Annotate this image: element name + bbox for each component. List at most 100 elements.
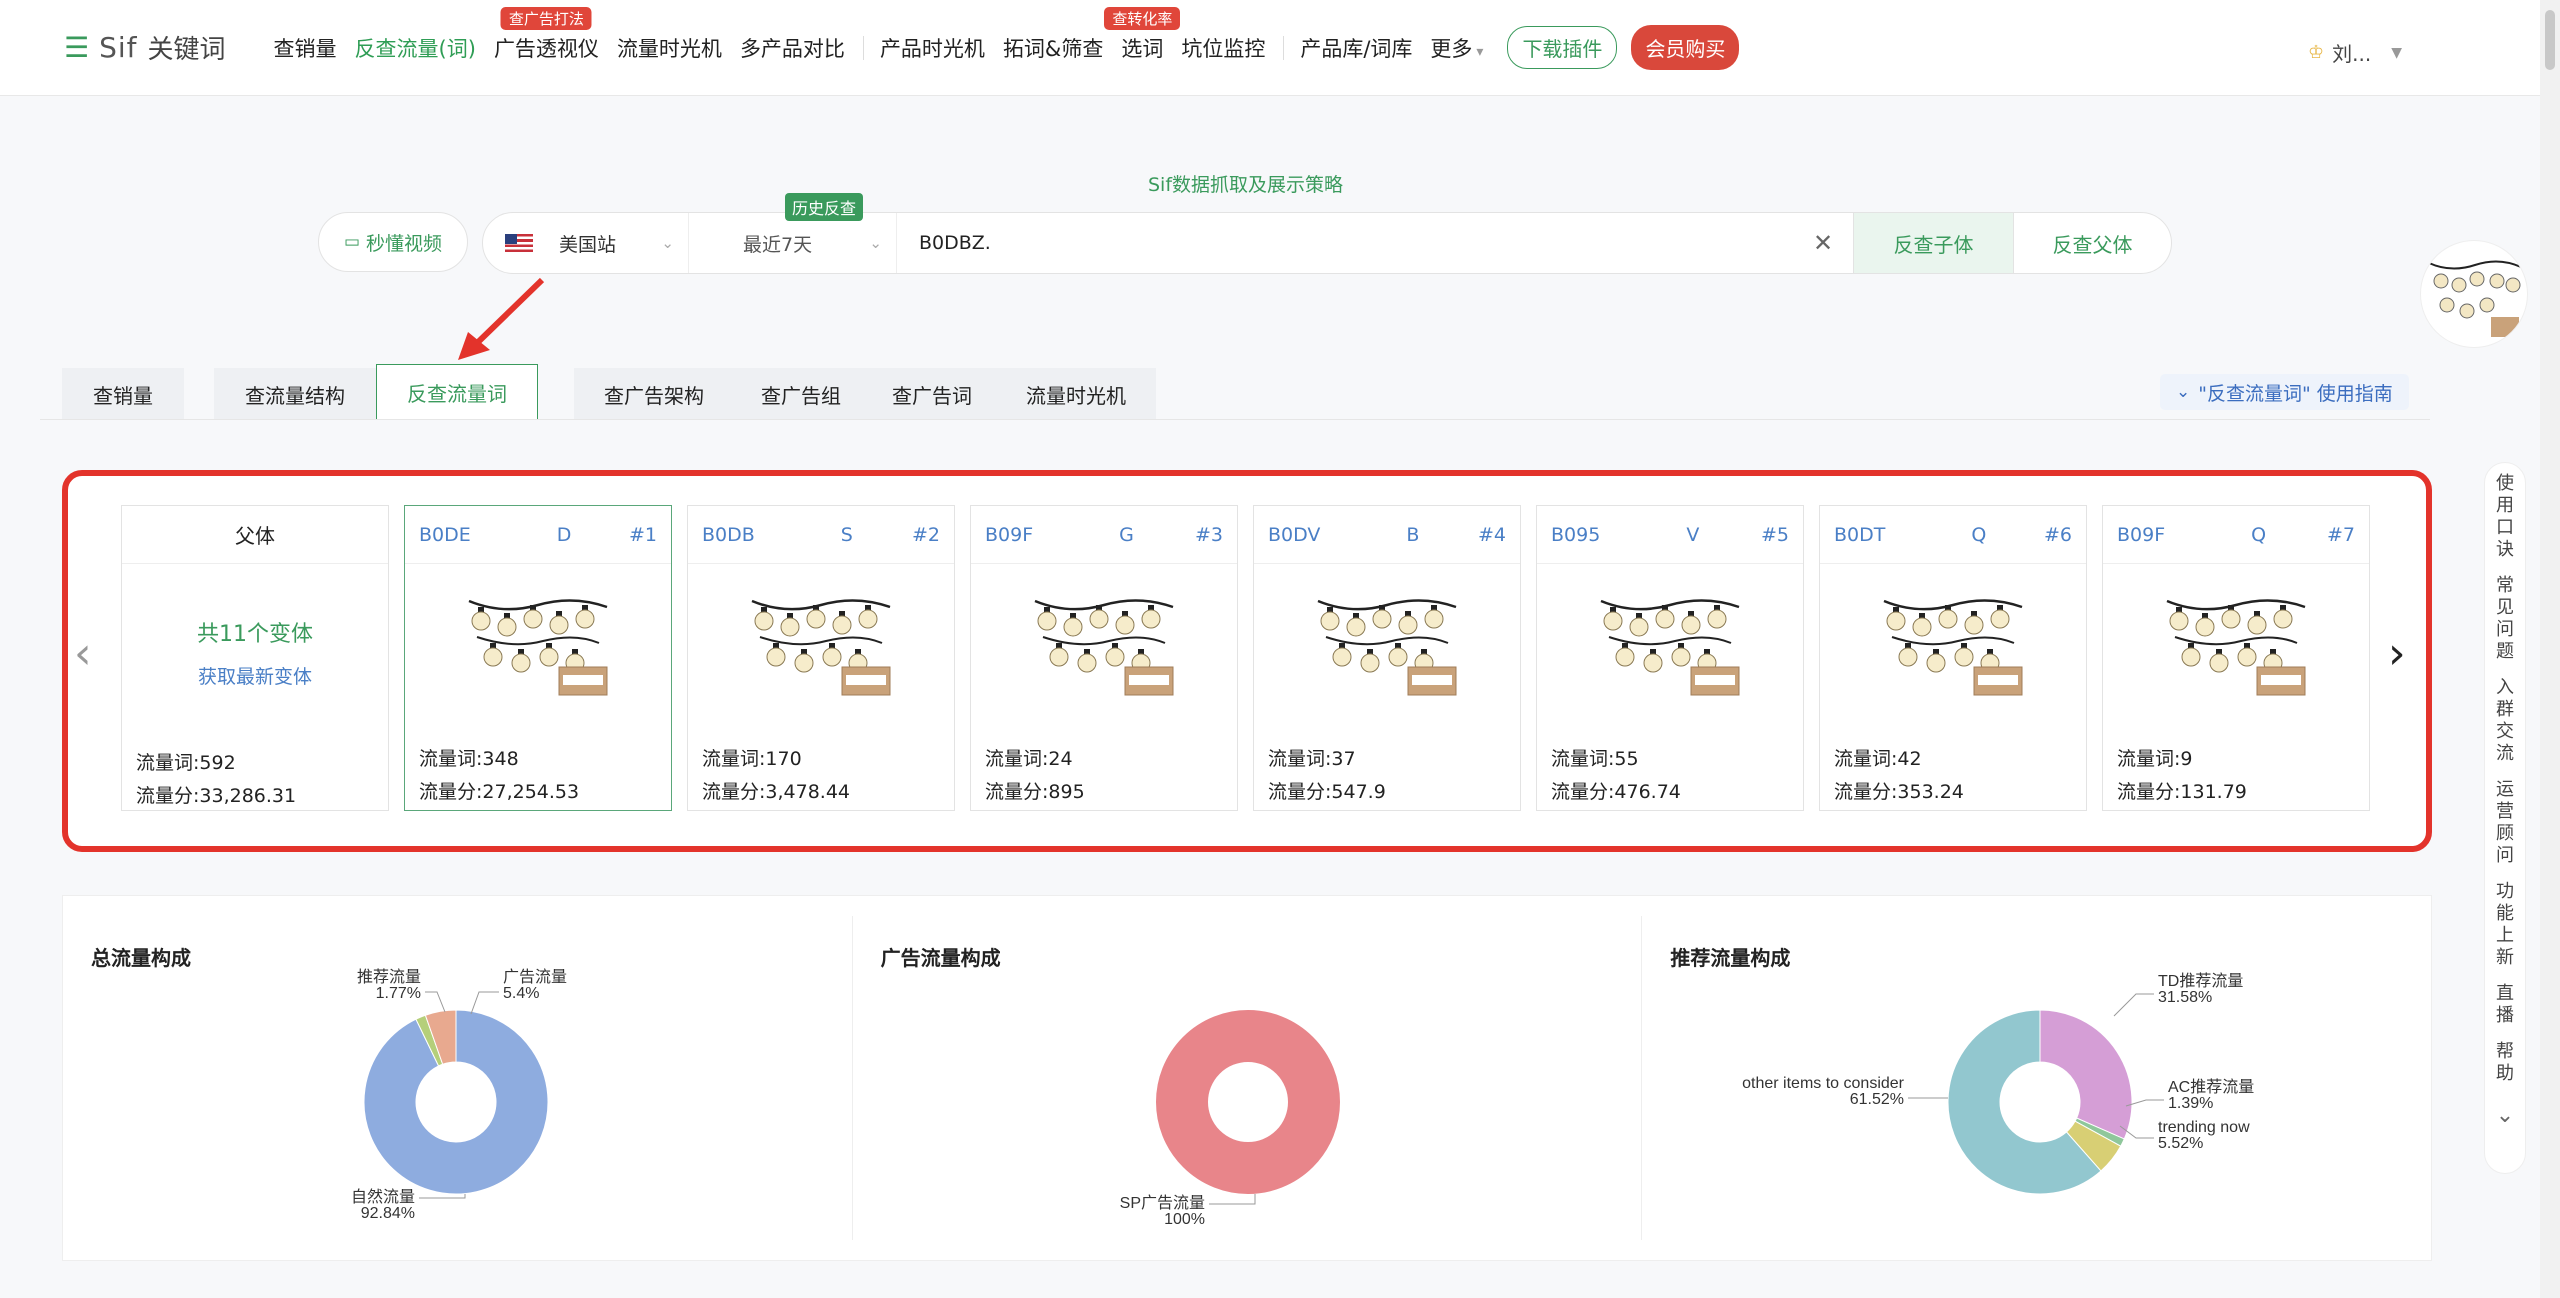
total-traffic-pie: 推荐流量1.77% 广告流量5.4% 自然流量92.84% xyxy=(351,968,567,1222)
traffic-composition-panel: 总流量构成 推荐流量 1.77% 广告流量 5.4% 自然流量 92.84% 广告流量构成… xyxy=(62,895,2432,1261)
download-plugin-button[interactable]: 下载插件 xyxy=(1507,26,1618,69)
video-button-label: 秒懂视频 xyxy=(366,232,443,255)
video-button[interactable]: ▭ 秒懂视频 xyxy=(318,212,468,272)
asin-search-input[interactable]: B0DBZ. xyxy=(897,213,1793,273)
tab-sales[interactable]: 查销量 xyxy=(62,368,184,420)
variant-asin-suffix: V xyxy=(1686,523,1700,546)
variant-card[interactable]: B0DV B #4 流量词:37 流量分:547.9 xyxy=(1253,505,1521,811)
pie-label-value: 61.52% xyxy=(1850,1091,1904,1108)
product-thumbnail[interactable] xyxy=(2420,240,2528,348)
variant-product-image[interactable] xyxy=(1254,564,1520,714)
nav-item-6[interactable]: 拓词&筛查 xyxy=(1003,33,1103,63)
variant-asin[interactable]: B0DB S xyxy=(702,524,912,546)
user-menu[interactable]: ♔ 刘... ▼ xyxy=(2308,38,2402,67)
rail-item-2[interactable]: 入群交流 xyxy=(2495,677,2515,765)
pie-slice[interactable] xyxy=(2039,1009,2133,1140)
video-camera-icon: ▭ xyxy=(343,232,361,252)
variant-card[interactable]: B0DT Q #6 流量词:42 流量分:353.24 xyxy=(1819,505,2087,811)
tab-ad-groups[interactable]: 查广告组 xyxy=(734,368,868,420)
pie-label-value: 31.58% xyxy=(2158,989,2212,1006)
nav-item-5[interactable]: 产品时光机 xyxy=(880,33,985,63)
nav-item-3[interactable]: 流量时光机 xyxy=(617,33,722,63)
variant-card[interactable]: B0DB S #2 流量词:170 流量分:3,478.44 xyxy=(687,505,955,811)
carousel-next-icon[interactable]: › xyxy=(2388,628,2406,679)
variant-product-image[interactable] xyxy=(688,564,954,714)
menu-icon[interactable]: ☰ xyxy=(64,31,89,64)
history-lookup-badge[interactable]: 历史反查 xyxy=(785,193,864,221)
nav-item-label: 更多 xyxy=(1430,36,1473,61)
variant-card-header: B0DT Q #6 xyxy=(1820,506,2086,564)
nav-items: 查销量 反查流量(词) 广告透视仪 查广告打法 流量时光机 多产品对比 产品时光机 拓词&筛查… xyxy=(274,6,1502,63)
tab-ad-words[interactable]: 查广告词 xyxy=(868,368,996,420)
clear-search-icon[interactable]: ✕ xyxy=(1793,229,1853,257)
chevron-down-icon: ⌄ xyxy=(869,234,882,252)
variant-product-image[interactable] xyxy=(971,564,1237,714)
variant-asin[interactable]: B09F G xyxy=(985,524,1195,546)
variant-traffic-words: 流量词:42 xyxy=(1834,748,1922,770)
nav-item-label: 查销量 xyxy=(273,36,337,61)
double-chevron-down-icon: ⌄ xyxy=(2176,382,2191,402)
parent-variant-card[interactable]: 父体 共11个变体 获取最新变体 流量词:592 流量分:33,286.31 xyxy=(121,505,389,811)
variant-product-image[interactable] xyxy=(2103,564,2369,714)
nav-item-4[interactable]: 多产品对比 xyxy=(740,33,845,63)
variant-card[interactable]: B0DE D #1 流量词:348 流量分:27,254.53 xyxy=(404,505,672,811)
site-select[interactable]: 美国站 ⌄ xyxy=(483,213,689,273)
lookup-parent-button[interactable]: 反查父体 xyxy=(2013,213,2171,273)
nav-item-10[interactable]: 更多 xyxy=(1430,33,1483,63)
carousel-prev-icon[interactable]: ‹ xyxy=(74,628,92,679)
fetch-latest-variants-link[interactable]: 获取最新变体 xyxy=(122,662,388,689)
variant-traffic-words: 流量词:55 xyxy=(1551,748,1639,770)
variant-card[interactable]: B09F Q #7 流量词:9 流量分:131.79 xyxy=(2102,505,2370,811)
nav-item-7[interactable]: 选词 查转化率 xyxy=(1104,6,1181,63)
rail-item-6[interactable]: 帮助 xyxy=(2495,1041,2515,1085)
pie-slice[interactable] xyxy=(1155,1010,1340,1194)
tab-reverse-traffic-words[interactable]: 反查流量词 xyxy=(376,364,538,420)
rail-collapse-icon[interactable]: ⌄ xyxy=(2496,1103,2514,1128)
strategy-link[interactable]: Sif数据抓取及展示策略 xyxy=(1148,170,1343,197)
nav-item-9[interactable]: 产品库/词库 xyxy=(1300,33,1412,63)
rail-item-3[interactable]: 运营顾问 xyxy=(2495,779,2515,867)
variant-asin[interactable]: B09F Q xyxy=(2117,524,2327,546)
rail-item-1[interactable]: 常见问题 xyxy=(2495,575,2515,663)
nav-item-1[interactable]: 反查流量(词) xyxy=(355,33,476,63)
rail-item-0[interactable]: 使用口诀 xyxy=(2495,473,2515,561)
variant-asin[interactable]: B0DE D xyxy=(419,524,629,546)
rec-traffic-pie: TD推荐流量31.58% AC推荐流量1.39% trending now5.52%… xyxy=(1742,972,2255,1195)
tab-traffic-structure[interactable]: 查流量结构 xyxy=(214,368,376,420)
variant-product-image[interactable] xyxy=(1537,564,1803,714)
nav-item-0[interactable]: 查销量 xyxy=(274,33,337,63)
nav-badge: 查广告打法 xyxy=(500,6,592,30)
variant-count: 共11个变体 xyxy=(197,622,313,647)
variant-card-header: B0DV B #4 xyxy=(1254,506,1520,564)
date-range-value: 最近7天 xyxy=(743,233,813,256)
variant-card[interactable]: B09F G #3 流量词:24 流量分:895 xyxy=(970,505,1238,811)
variant-traffic-score: 流量分:476.74 xyxy=(1551,781,1681,803)
variant-traffic-words: 流量词:37 xyxy=(1268,748,1356,770)
page-scrollbar[interactable] xyxy=(2540,0,2560,1298)
variant-rank: #2 xyxy=(911,523,940,546)
vip-buy-button[interactable]: 会员购买 xyxy=(1631,25,1740,70)
tab-ad-structure[interactable]: 查广告架构 xyxy=(574,368,734,420)
date-range-select[interactable]: 历史反查 最近7天 ⌄ xyxy=(689,193,897,273)
variant-asin[interactable]: B0DT Q xyxy=(1834,524,2044,546)
chevron-down-icon: ⌄ xyxy=(661,234,674,252)
chevron-down-icon: ▼ xyxy=(2391,44,2402,61)
nav-item-2[interactable]: 广告透视仪 查广告打法 xyxy=(494,6,599,63)
variant-asin[interactable]: B095 V xyxy=(1551,524,1761,546)
red-arrow-annotation xyxy=(458,277,545,360)
usage-guide-button[interactable]: ⌄ "反查流量词" 使用指南 xyxy=(2160,374,2409,410)
logo[interactable]: ☰ Sif 关键词 xyxy=(64,29,226,66)
variant-asin[interactable]: B0DV B xyxy=(1268,524,1478,546)
nav-item-label: 产品时光机 xyxy=(879,36,985,61)
variant-product-image[interactable] xyxy=(1820,564,2086,714)
scrollbar-thumb[interactable] xyxy=(2545,10,2555,70)
nav-item-8[interactable]: 坑位监控 xyxy=(1181,33,1265,63)
rail-item-4[interactable]: 功能上新 xyxy=(2495,881,2515,969)
rail-item-5[interactable]: 直播 xyxy=(2495,983,2515,1027)
variant-traffic-score: 流量分:3,478.44 xyxy=(702,781,851,803)
lookup-child-button[interactable]: 反查子体 xyxy=(1853,213,2013,273)
tab-traffic-time-machine[interactable]: 流量时光机 xyxy=(996,368,1156,420)
variant-product-image[interactable] xyxy=(405,564,671,714)
brand-name: Sif xyxy=(99,31,138,64)
variant-card[interactable]: B095 V #5 流量词:55 流量分:476.74 xyxy=(1536,505,1804,811)
